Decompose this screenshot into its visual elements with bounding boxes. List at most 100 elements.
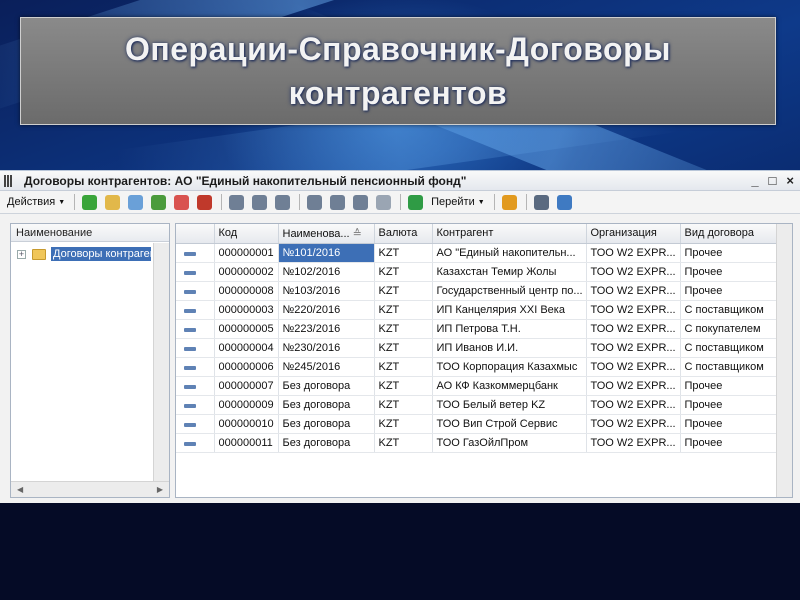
delete-button[interactable] [171, 193, 192, 212]
cell-name[interactable]: Без договора [278, 395, 375, 415]
cell-type[interactable]: С поставщиком [680, 357, 777, 377]
list-button[interactable] [249, 193, 270, 212]
cell-org[interactable]: ТОО W2 EXPR... [586, 395, 681, 415]
table-row[interactable]: 000000001 №101/2016 KZT АО "Единый накопите… [176, 243, 777, 263]
copy-button[interactable] [125, 193, 146, 212]
add-folder-button[interactable] [102, 193, 123, 212]
cell-currency[interactable]: KZT [374, 300, 433, 320]
cell-name[interactable]: №101/2016 [278, 243, 375, 263]
cell-code[interactable]: 000000007 [214, 376, 279, 396]
cell-counterparty[interactable]: ИП Петрова Т.Н. [432, 319, 587, 339]
cell-org[interactable]: ТОО W2 EXPR... [586, 433, 681, 453]
table-row[interactable]: 000000010 Без договора KZT ТОО Вип Строй Се… [176, 414, 777, 434]
table-row[interactable]: 000000009 Без договора KZT ТОО Белый ветер … [176, 395, 777, 415]
table-row[interactable]: 000000005 №223/2016 KZT ИП Петрова Т.Н. ТОО … [176, 319, 777, 339]
cell-code[interactable]: 000000011 [214, 433, 279, 453]
filter-button[interactable] [327, 193, 348, 212]
cell-org[interactable]: ТОО W2 EXPR... [586, 300, 681, 320]
move-button[interactable] [272, 193, 293, 212]
table-row[interactable]: 000000011 Без договора KZT ТОО ГазОйлПром ТО… [176, 433, 777, 453]
cell-currency[interactable]: KZT [374, 414, 433, 434]
tree-vertical-scrollbar[interactable] [153, 243, 169, 481]
table-row[interactable]: 000000007 Без договора KZT АО КФ Казкоммерц… [176, 376, 777, 396]
cell-name[interactable]: Без договора [278, 376, 375, 396]
column-header[interactable]: Наименова... ≙ [278, 224, 375, 244]
cell-code[interactable]: 000000004 [214, 338, 279, 358]
minimize-button[interactable]: _ [751, 173, 758, 188]
cell-counterparty[interactable]: Казахстан Темир Жолы [432, 262, 587, 282]
cell-code[interactable]: 000000005 [214, 319, 279, 339]
edit-button[interactable] [148, 193, 169, 212]
cell-currency[interactable]: KZT [374, 376, 433, 396]
cell-type[interactable]: Прочее [680, 376, 777, 396]
table-row[interactable]: 000000008 №103/2016 KZT Государственный цен… [176, 281, 777, 301]
cell-name[interactable]: №245/2016 [278, 357, 375, 377]
cell-type[interactable]: Прочее [680, 433, 777, 453]
cell-code[interactable]: 000000010 [214, 414, 279, 434]
cell-counterparty[interactable]: ИП Иванов И.И. [432, 338, 587, 358]
cell-currency[interactable]: KZT [374, 433, 433, 453]
scroll-left-icon[interactable]: ◀ [17, 485, 23, 494]
cell-counterparty[interactable]: ИП Канцелярия XXI Века [432, 300, 587, 320]
cell-type[interactable]: С покупателем [680, 319, 777, 339]
cell-type[interactable]: С поставщиком [680, 300, 777, 320]
cell-type[interactable]: С поставщиком [680, 338, 777, 358]
cell-name[interactable]: Без договора [278, 433, 375, 453]
cell-code[interactable]: 000000003 [214, 300, 279, 320]
cell-code[interactable]: 000000008 [214, 281, 279, 301]
cell-code[interactable]: 000000001 [214, 243, 279, 263]
column-header[interactable]: Код [214, 224, 279, 244]
tree-horizontal-scrollbar[interactable]: ◀ ▶ [11, 481, 169, 497]
layout-button[interactable] [554, 193, 575, 212]
column-header[interactable] [176, 224, 215, 244]
cell-name[interactable]: №103/2016 [278, 281, 375, 301]
cell-name[interactable]: №102/2016 [278, 262, 375, 282]
clear-filter-button[interactable] [373, 193, 394, 212]
cell-code[interactable]: 000000009 [214, 395, 279, 415]
cell-org[interactable]: ТОО W2 EXPR... [586, 414, 681, 434]
cell-org[interactable]: ТОО W2 EXPR... [586, 319, 681, 339]
column-header[interactable]: Контрагент [432, 224, 587, 244]
cell-name[interactable]: №230/2016 [278, 338, 375, 358]
column-header[interactable]: Организация [586, 224, 681, 244]
actions-menu-button[interactable]: Действия ▼ [4, 193, 68, 212]
cell-org[interactable]: ТОО W2 EXPR... [586, 262, 681, 282]
refresh-button[interactable] [405, 193, 426, 212]
table-row[interactable]: 000000004 №230/2016 KZT ИП Иванов И.И. ТОО W… [176, 338, 777, 358]
scroll-right-icon[interactable]: ▶ [157, 485, 163, 494]
cell-counterparty[interactable]: АО "Единый накопительн... [432, 243, 587, 263]
table-row[interactable]: 000000003 №220/2016 KZT ИП Канцелярия XXI В… [176, 300, 777, 320]
filter-dropdown-button[interactable] [350, 193, 371, 212]
column-header[interactable]: Вид договора [680, 224, 777, 244]
cell-counterparty[interactable]: ТОО Корпорация Казахмыс [432, 357, 587, 377]
table-row[interactable]: 000000006 №245/2016 KZT ТОО Корпорация Каза… [176, 357, 777, 377]
cell-currency[interactable]: KZT [374, 281, 433, 301]
cell-type[interactable]: Прочее [680, 395, 777, 415]
cell-type[interactable]: Прочее [680, 281, 777, 301]
cell-code[interactable]: 000000006 [214, 357, 279, 377]
table-vertical-scrollbar[interactable] [776, 224, 792, 497]
cell-currency[interactable]: KZT [374, 357, 433, 377]
cell-type[interactable]: Прочее [680, 243, 777, 263]
cell-org[interactable]: ТОО W2 EXPR... [586, 338, 681, 358]
table-row[interactable]: 000000002 №102/2016 KZT Казахстан Темир Жол… [176, 262, 777, 282]
filter-settings-button[interactable] [304, 193, 325, 212]
help-button[interactable] [499, 193, 520, 212]
cell-counterparty[interactable]: ТОО Белый ветер KZ [432, 395, 587, 415]
cell-org[interactable]: ТОО W2 EXPR... [586, 281, 681, 301]
cell-counterparty[interactable]: ТОО Вип Строй Сервис [432, 414, 587, 434]
close-button[interactable]: × [786, 173, 794, 188]
cell-name[interactable]: Без договора [278, 414, 375, 434]
hierarchy-button[interactable] [226, 193, 247, 212]
cell-name[interactable]: №220/2016 [278, 300, 375, 320]
column-header[interactable]: Валюта [374, 224, 433, 244]
cell-org[interactable]: ТОО W2 EXPR... [586, 357, 681, 377]
cell-currency[interactable]: KZT [374, 395, 433, 415]
columns-button[interactable] [531, 193, 552, 212]
cell-org[interactable]: ТОО W2 EXPR... [586, 243, 681, 263]
cell-type[interactable]: Прочее [680, 414, 777, 434]
cell-currency[interactable]: KZT [374, 243, 433, 263]
cell-currency[interactable]: KZT [374, 319, 433, 339]
cell-type[interactable]: Прочее [680, 262, 777, 282]
cell-code[interactable]: 000000002 [214, 262, 279, 282]
